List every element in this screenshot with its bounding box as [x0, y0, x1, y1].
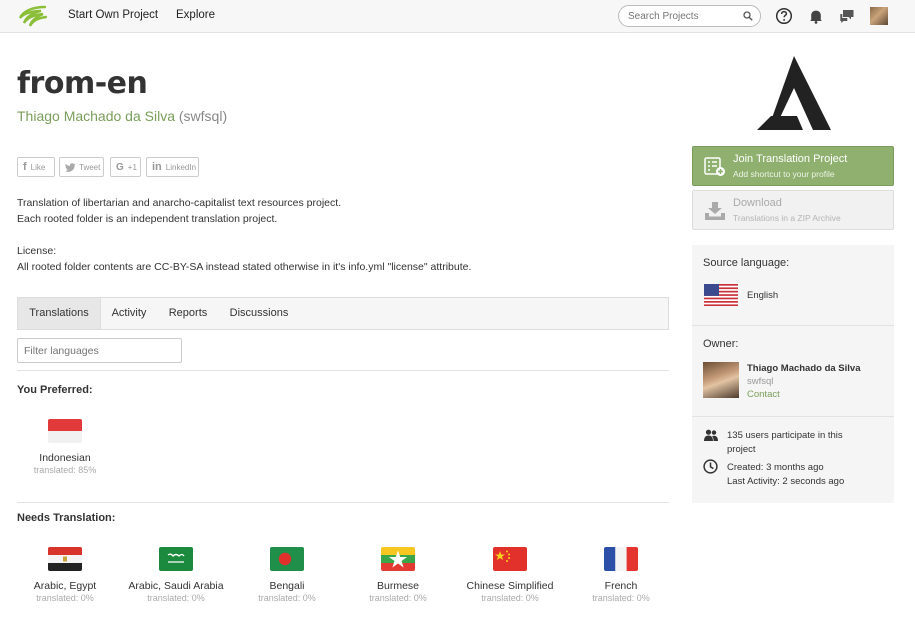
description-line: Translation of libertarian and anarcho-c… [17, 197, 342, 209]
china-flag-icon [493, 547, 527, 571]
language-name: Chinese Simplified [466, 580, 554, 592]
download-button-sublabel: Translations in a ZIP Archive [733, 213, 841, 223]
users-icon [704, 429, 718, 441]
search-input[interactable] [628, 9, 740, 23]
user-avatar[interactable] [870, 7, 888, 25]
filter-languages-input[interactable] [18, 339, 181, 362]
clock-icon [703, 459, 718, 474]
tab-discussions[interactable]: Discussions [222, 298, 296, 329]
join-button-sublabel: Add shortcut to your profile [733, 169, 835, 179]
owner-name[interactable]: Thiago Machado da Silva [747, 363, 861, 374]
filter-languages-box[interactable] [17, 338, 182, 363]
source-language-value: English [747, 290, 779, 301]
participants-text: 135 users participate in this [727, 430, 843, 441]
divider [17, 370, 669, 371]
language-progress: translated: 0% [592, 593, 650, 603]
owner-label: Owner: [703, 338, 739, 350]
preferred-heading: You Preferred: [17, 384, 93, 396]
download-icon [705, 202, 725, 220]
license-label: License: [17, 245, 57, 257]
bangladesh-flag-icon [270, 547, 304, 571]
stats-section: 135 users participate in this project Cr… [692, 416, 894, 503]
search-box[interactable] [618, 5, 761, 27]
linkedin-icon: in [152, 161, 162, 173]
license-text: All rooted folder contents are CC-BY-SA … [17, 261, 472, 273]
project-logo-icon [757, 56, 831, 130]
project-info-panel: Source language: English Owner: Thiago M… [692, 245, 894, 503]
twitter-icon [65, 162, 76, 172]
contact-link[interactable]: Contact [747, 389, 780, 400]
owner-username: (swfsql) [178, 108, 228, 124]
join-button-label: Join Translation Project [733, 153, 848, 165]
search-icon[interactable] [743, 11, 753, 21]
needs-translation-heading: Needs Translation: [17, 512, 116, 524]
join-list-icon [704, 157, 725, 176]
tab-reports[interactable]: Reports [161, 298, 215, 329]
language-name: Arabic, Egypt [33, 580, 97, 592]
saudi-arabia-flag-icon [159, 547, 193, 571]
owner-name-link[interactable]: Thiago Machado da Silva [17, 108, 175, 124]
language-name: Arabic, Saudi Arabia [128, 580, 224, 592]
language-card-indonesian[interactable]: Indonesian translated: 85% [15, 419, 115, 475]
owner-username: swfsql [747, 376, 774, 387]
language-name: French [604, 580, 638, 592]
top-bar: Start Own Project Explore [0, 0, 915, 33]
language-card-arabic-saudi-arabia[interactable]: Arabic, Saudi Arabia translated: 0% [126, 547, 226, 603]
crowdin-logo-icon[interactable] [17, 5, 47, 27]
download-button-label: Download [733, 197, 782, 209]
usa-flag-icon [704, 284, 738, 306]
help-icon[interactable] [775, 7, 793, 25]
download-button[interactable]: Download Translations in a ZIP Archive [692, 190, 894, 230]
language-card-arabic-egypt[interactable]: Arabic, Egypt translated: 0% [15, 547, 115, 603]
language-progress: translated: 0% [36, 593, 94, 603]
france-flag-icon [604, 547, 638, 571]
linkedin-button[interactable]: in LinkedIn [146, 157, 199, 177]
owner-section: Owner: Thiago Machado da Silva swfsql Co… [692, 325, 894, 417]
google-plus-icon: G [116, 161, 124, 173]
language-name: Indonesian [39, 452, 91, 464]
language-card-bengali[interactable]: Bengali translated: 0% [237, 547, 337, 603]
participants-text-cont: project [727, 444, 756, 455]
tab-activity[interactable]: Activity [104, 298, 154, 329]
bell-icon[interactable] [807, 7, 825, 25]
myanmar-flag-icon [381, 547, 415, 571]
owner-avatar[interactable] [703, 362, 739, 398]
language-progress: translated: 85% [33, 465, 97, 475]
language-progress: translated: 0% [369, 593, 427, 603]
source-language-label: Source language: [703, 257, 790, 269]
language-name: Burmese [376, 580, 419, 592]
language-progress: translated: 0% [258, 593, 316, 603]
twitter-tweet-button[interactable]: Tweet [59, 157, 104, 177]
project-title: from-en [17, 66, 148, 101]
nav-start-project[interactable]: Start Own Project [68, 9, 158, 21]
join-project-button[interactable]: Join Translation Project Add shortcut to… [692, 146, 894, 186]
google-plus-button[interactable]: G +1 [110, 157, 141, 177]
indonesia-flag-icon [48, 419, 82, 443]
created-text: Created: 3 months ago [727, 462, 824, 473]
language-card-chinese-simplified[interactable]: Chinese Simplified translated: 0% [460, 547, 560, 603]
last-activity-text: Last Activity: 2 seconds ago [727, 476, 845, 487]
language-name: Bengali [269, 580, 305, 592]
chat-icon[interactable] [838, 7, 856, 25]
egypt-flag-icon [48, 547, 82, 571]
project-owner: Thiago Machado da Silva (swfsql) [17, 108, 227, 124]
divider [17, 502, 669, 503]
nav-explore[interactable]: Explore [176, 9, 215, 21]
tab-translations[interactable]: Translations [18, 298, 101, 329]
facebook-like-button[interactable]: f Like [17, 157, 55, 177]
project-tabs: Translations Activity Reports Discussion… [17, 297, 669, 330]
language-progress: translated: 0% [147, 593, 205, 603]
description-line: Each rooted folder is an independent tra… [17, 213, 278, 225]
language-card-burmese[interactable]: Burmese translated: 0% [348, 547, 448, 603]
language-card-french[interactable]: French translated: 0% [571, 547, 671, 603]
language-progress: translated: 0% [481, 593, 539, 603]
facebook-icon: f [23, 161, 27, 173]
